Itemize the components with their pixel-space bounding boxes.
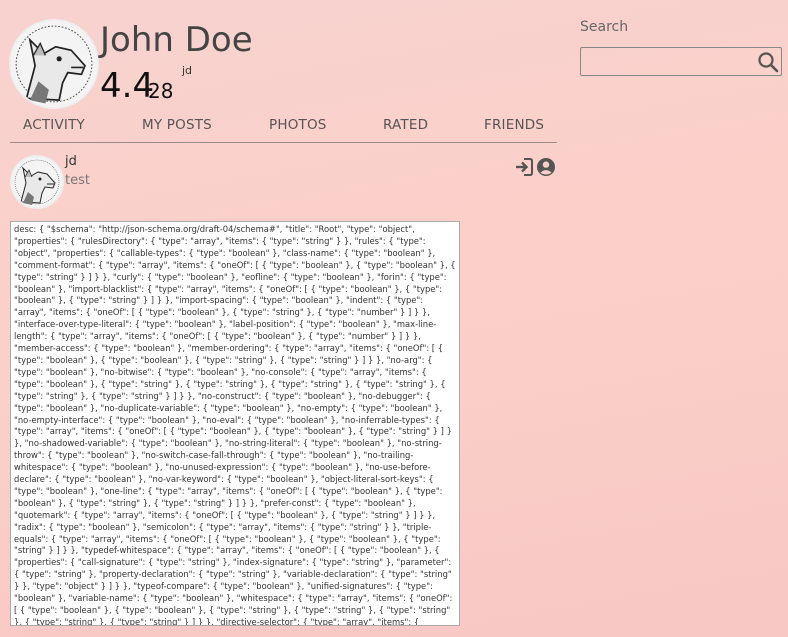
profile-avatar	[9, 19, 99, 109]
profile-tabs: ACTIVITY MY POSTS PHOTOS RATED FRIENDS	[10, 113, 557, 143]
profile-name: John Doe	[100, 20, 253, 60]
profile-username: jd	[182, 64, 193, 77]
profile-rating-count: 28	[148, 79, 174, 103]
post-username[interactable]: jd	[65, 154, 77, 169]
profile-rating: 4.4	[100, 66, 155, 106]
search-label: Search	[580, 19, 629, 35]
tab-friends[interactable]: FRIENDS	[484, 117, 544, 133]
post-description: desc: { "$schema": "http://json-schema.o…	[10, 221, 460, 626]
tab-my-posts[interactable]: MY POSTS	[142, 117, 212, 133]
tab-photos[interactable]: PHOTOS	[269, 117, 327, 133]
search-icon[interactable]	[757, 51, 779, 73]
tab-rated[interactable]: RATED	[383, 117, 428, 133]
tab-activity[interactable]: ACTIVITY	[23, 117, 85, 133]
post-text: test	[65, 173, 90, 188]
user-circle-icon[interactable]	[536, 157, 556, 177]
sign-in-icon[interactable]	[514, 157, 534, 177]
post-avatar	[10, 155, 64, 209]
search-input[interactable]	[580, 47, 782, 76]
